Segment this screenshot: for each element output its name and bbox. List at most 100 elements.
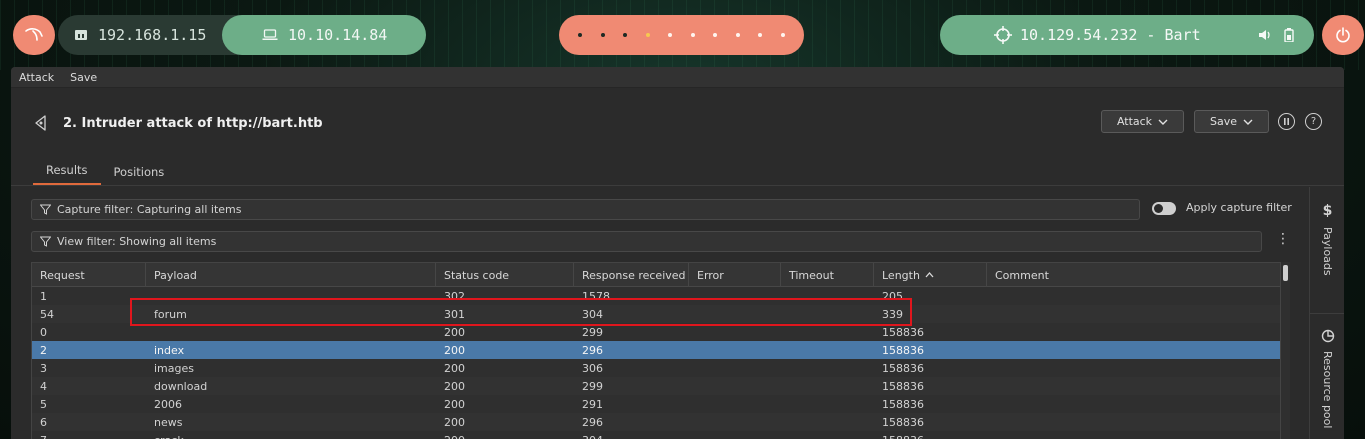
cell-request: 0: [40, 325, 47, 339]
table-row[interactable]: 0 200 299 158836: [32, 323, 1287, 341]
attack-dropdown-button[interactable]: Attack: [1101, 110, 1184, 133]
launcher-button[interactable]: [13, 15, 55, 55]
pie-chart-icon: [1321, 329, 1334, 343]
apply-capture-filter-toggle[interactable]: [1152, 202, 1176, 215]
column-header-timeout[interactable]: Timeout: [781, 263, 874, 287]
menu-attack[interactable]: Attack: [19, 71, 54, 84]
column-header-comment[interactable]: Comment: [987, 263, 1287, 287]
vpn-ip-text: 10.10.14.84: [288, 26, 388, 44]
ethernet-icon: [75, 30, 87, 40]
cell-timeout: [781, 305, 874, 323]
cell-response-received: 296: [582, 343, 603, 357]
workspace-dot[interactable]: [623, 33, 628, 37]
table-row[interactable]: 7crack200304 158836: [32, 431, 1287, 439]
table-row[interactable]: 6 news 200 296 158836: [32, 413, 1287, 431]
kali-dragon-icon: [25, 28, 43, 41]
cell-comment: [987, 395, 1287, 413]
workspace-dot[interactable]: [780, 33, 785, 37]
cell-response-received: 304: [574, 431, 689, 439]
cell-error: [689, 305, 781, 323]
cell-length: 158836: [874, 431, 987, 439]
column-header-request[interactable]: Request: [32, 263, 146, 287]
cell-error: [689, 323, 781, 341]
column-header-error[interactable]: Error: [689, 263, 781, 287]
view-filter-bar[interactable]: View filter: Showing all items: [31, 231, 1262, 252]
cell-payload: 2006: [154, 397, 182, 411]
table-row[interactable]: 5 2006 200 291 158836: [32, 395, 1287, 413]
attack-button-label: Attack: [1116, 115, 1153, 128]
cell-length: 158836: [882, 397, 924, 411]
cell-request: 2: [40, 343, 47, 357]
workspace-dot[interactable]: [668, 33, 673, 37]
column-header-response-received[interactable]: Response received: [574, 263, 689, 287]
more-options-icon[interactable]: ⋮: [1276, 232, 1290, 246]
workspace-dot[interactable]: [758, 33, 763, 37]
cell-status-code: 200: [444, 397, 465, 411]
column-header-status-code[interactable]: Status code: [436, 263, 574, 287]
workspace-dot[interactable]: [735, 33, 740, 37]
cell-status-code: 302: [444, 289, 465, 303]
table-row[interactable]: 2 index 200 296 158836: [32, 341, 1287, 359]
cell-payload: [146, 323, 436, 341]
cell-response-received: 306: [582, 361, 603, 375]
side-tab-resource-pool-label: Resource pool: [1321, 351, 1334, 429]
column-header-length[interactable]: Length: [874, 263, 987, 287]
cell-comment: [987, 377, 1287, 395]
power-button[interactable]: [1322, 15, 1364, 55]
cell-status-code: 200: [444, 325, 465, 339]
workspace-dot-active[interactable]: [645, 33, 650, 37]
workspace-switcher: [559, 15, 804, 55]
cell-length: 158836: [882, 415, 924, 429]
intruder-attack-window: Attack Save 2. Intruder attack of http:/…: [11, 67, 1344, 439]
cell-error: [689, 431, 781, 439]
cell-request: 4: [40, 379, 47, 393]
intruder-icon: [35, 115, 46, 131]
cell-error: [689, 359, 781, 377]
table-row[interactable]: 54 forum 301 304 339: [32, 305, 1287, 323]
local-ip-widget[interactable]: 192.168.1.15: [74, 26, 206, 44]
column-header-payload[interactable]: Payload: [146, 263, 436, 287]
cell-payload: images: [154, 361, 194, 375]
local-ip-text: 192.168.1.15: [98, 26, 207, 44]
capture-filter-bar[interactable]: Capture filter: Capturing all items: [31, 199, 1140, 220]
workspace-dot[interactable]: [578, 33, 583, 37]
cell-length: 158836: [882, 379, 924, 393]
help-icon[interactable]: ?: [1305, 113, 1322, 130]
save-button-label: Save: [1209, 115, 1237, 128]
save-dropdown-button[interactable]: Save: [1194, 110, 1269, 133]
cell-status-code: 200: [436, 431, 574, 439]
table-row[interactable]: 1 302 1578 205: [32, 287, 1287, 305]
cell-payload: index: [154, 343, 185, 357]
side-tab-payloads-label: Payloads: [1321, 227, 1334, 276]
cell-payload: download: [154, 379, 208, 393]
table-row[interactable]: 3 images 200 306 158836: [32, 359, 1287, 377]
volume-icon[interactable]: [1258, 29, 1272, 41]
workspace-dot[interactable]: [713, 33, 718, 37]
table-header: Request Payload Status code Response rec…: [32, 263, 1287, 287]
workspace-dot[interactable]: [600, 33, 605, 37]
cell-status-code: 200: [444, 361, 465, 375]
cell-timeout: [781, 359, 874, 377]
cell-comment: [987, 413, 1287, 431]
cell-response-received: 296: [582, 415, 603, 429]
column-header-length-label: Length: [882, 268, 920, 282]
cell-length: 158836: [882, 343, 924, 357]
cell-length: 205: [882, 289, 903, 303]
cell-response-received: 291: [582, 397, 603, 411]
cell-comment: [987, 287, 1287, 305]
side-tab-resource-pool[interactable]: Resource pool: [1310, 329, 1344, 428]
tab-positions[interactable]: Positions: [101, 165, 178, 185]
pause-icon[interactable]: [1278, 113, 1295, 130]
vpn-ip-widget[interactable]: 10.10.14.84: [222, 15, 426, 55]
scrollbar-thumb[interactable]: [1283, 265, 1288, 281]
table-scrollbar[interactable]: [1280, 262, 1290, 439]
results-table: Request Payload Status code Response rec…: [31, 262, 1288, 439]
tab-results[interactable]: Results: [33, 163, 101, 185]
battery-icon[interactable]: [1284, 28, 1294, 42]
cell-response-received: 299: [582, 379, 603, 393]
side-tab-payloads[interactable]: $ Payloads: [1310, 203, 1344, 276]
menu-save[interactable]: Save: [70, 71, 97, 84]
table-row[interactable]: 4 download 200 299 158836: [32, 377, 1287, 395]
cell-timeout: [781, 287, 874, 305]
workspace-dot[interactable]: [690, 33, 695, 37]
